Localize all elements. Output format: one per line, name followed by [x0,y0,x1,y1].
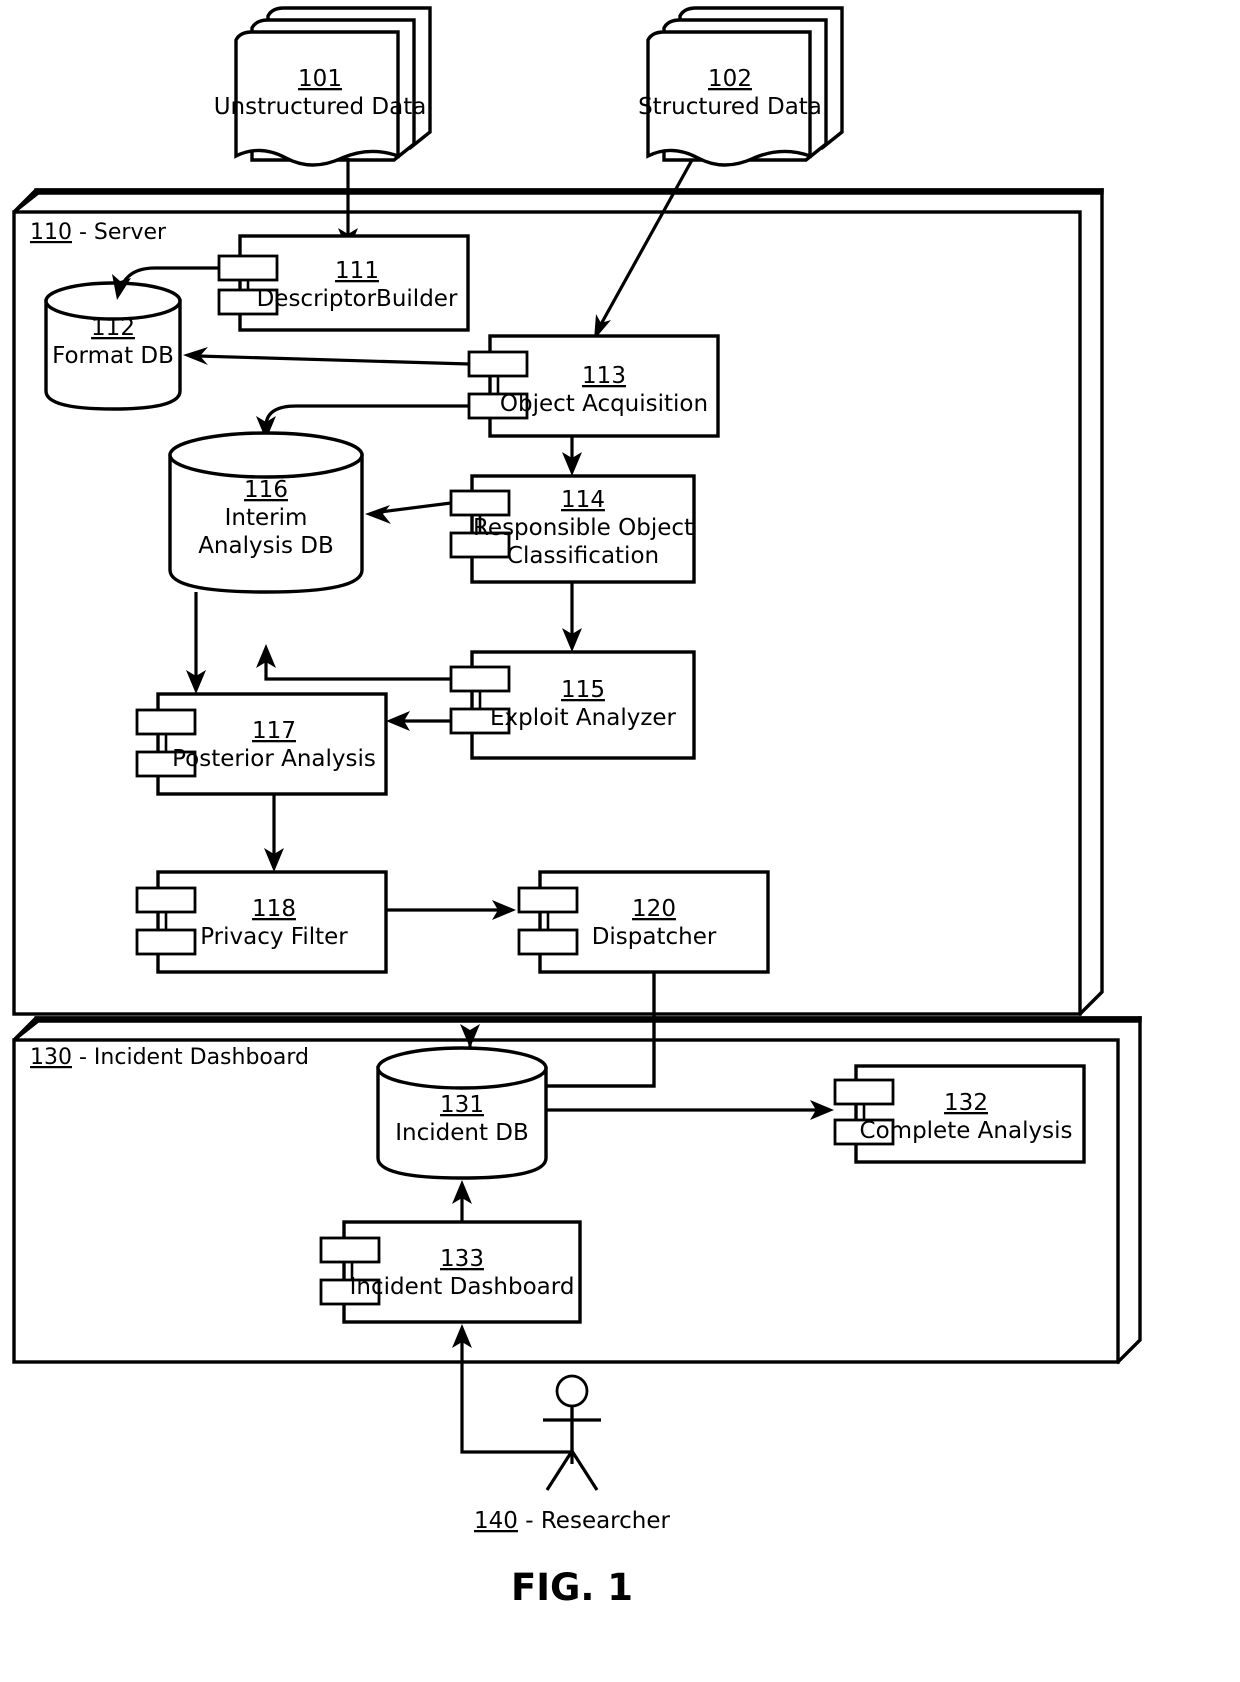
component-120-dispatcher: 120 Dispatcher [517,870,770,974]
database-112-number: 112 [91,315,135,341]
database-112-label: Format DB [52,343,174,369]
connector-118-to-120 [386,900,516,920]
connector-114-to-116 [365,501,452,524]
actor-head-icon [555,1374,589,1408]
database-116-label2: Analysis DB [198,533,334,559]
actor-140-label: 140 - Researcher [474,1508,670,1534]
component-111-number: 111 [335,258,379,284]
component-114-responsible-object-classification: 114 Responsible Object Classification [449,474,696,584]
component-117-posterior-analysis: 117 Posterior Analysis [135,692,388,796]
database-116-interim-analysis-db: 116 Interim Analysis DB [168,431,364,594]
input-101-label: Unstructured Data [214,94,427,120]
component-118-label: Privacy Filter [200,924,348,950]
connector-140-to-133 [452,1324,574,1454]
connector-131-to-132 [546,1100,834,1120]
connector-115-to-116 [256,644,451,681]
connector-114-to-115 [562,582,582,652]
component-114-number: 114 [561,487,605,513]
component-118-port-bottom [135,928,197,956]
actor-140-researcher: 140 - Researcher [474,1374,671,1534]
input-101-unstructured-data: 101 Unstructured Data [214,6,432,167]
component-111-descriptorbuilder: 111 DescriptorBuilder [217,234,470,332]
component-114-label: Responsible Object [473,515,693,541]
cylinder-131-top [376,1046,548,1090]
component-113-object-acquisition: 113 Object Acquisition [467,334,720,438]
component-120-port-top [517,886,579,914]
component-117-number: 117 [252,718,296,744]
database-116-label: Interim [225,505,308,531]
figure-1-diagram: 110 - Server 130 - Incident Dashboard 10… [12,6,1142,1609]
component-133-number: 133 [440,1246,484,1272]
input-102-label: Structured Data [638,94,822,120]
component-115-label: Exploit Analyzer [490,705,677,731]
dashboard-region-top-face [12,1016,1142,1042]
component-133-label: Incident Dashboard [350,1274,575,1300]
component-118-number: 118 [252,896,296,922]
server-region-side-face [1077,188,1104,1017]
region-title-dashboard: 130 - Incident Dashboard [30,1045,309,1070]
cylinder-112-top [44,281,182,321]
component-117-port-top [135,708,197,736]
connector-116-to-117 [186,592,206,694]
connector-117-to-118 [264,794,284,872]
component-115-number: 115 [561,677,605,703]
input-102-number: 102 [708,66,752,92]
component-113-number: 113 [582,363,626,389]
patent-figure: 110 - Server 130 - Incident Dashboard 10… [0,0,1240,1682]
component-118-port-top [135,886,197,914]
connector-113-to-112 [183,347,470,366]
database-131-incident-db: 131 Incident DB [376,1046,548,1180]
database-131-label: Incident DB [395,1120,529,1146]
component-133-incident-dashboard: 133 Incident Dashboard [319,1220,582,1324]
component-114-label2: Classification [507,543,659,569]
input-102-structured-data: 102 Structured Data [638,6,844,167]
connector-115-to-117 [386,711,451,731]
component-120-number: 120 [632,896,676,922]
connector-113-to-114 [562,436,582,476]
cylinder-116-top [168,431,364,479]
component-132-complete-analysis: 132 Complete Analysis [833,1064,1086,1164]
component-115-port-top [449,665,511,693]
database-131-number: 131 [440,1092,484,1118]
component-118-privacy-filter: 118 Privacy Filter [135,870,388,974]
component-115-exploit-analyzer: 115 Exploit Analyzer [449,650,696,760]
component-133-port-top [319,1236,381,1264]
region-title-server: 110 - Server [30,220,167,245]
dashboard-region-side-face [1115,1016,1142,1365]
component-113-label: Object Acquisition [500,391,708,417]
server-region-top-face [12,188,1104,214]
component-132-number: 132 [944,1090,988,1116]
component-132-label: Complete Analysis [860,1118,1073,1144]
component-111-label: DescriptorBuilder [257,286,458,312]
database-112-format-db: 112 Format DB [44,281,182,411]
input-101-number: 101 [298,66,342,92]
figure-caption: FIG. 1 [511,1566,633,1609]
component-114-port-top [449,489,511,517]
component-120-label: Dispatcher [592,924,717,950]
database-116-number: 116 [244,477,288,503]
component-120-port-bottom [517,928,579,956]
component-113-port-top [467,350,529,378]
component-132-port-top [833,1078,895,1106]
component-117-label: Posterior Analysis [172,746,376,772]
component-111-port-top [217,254,279,282]
connector-133-to-131 [452,1180,472,1222]
connector-102-to-113 [594,159,694,340]
